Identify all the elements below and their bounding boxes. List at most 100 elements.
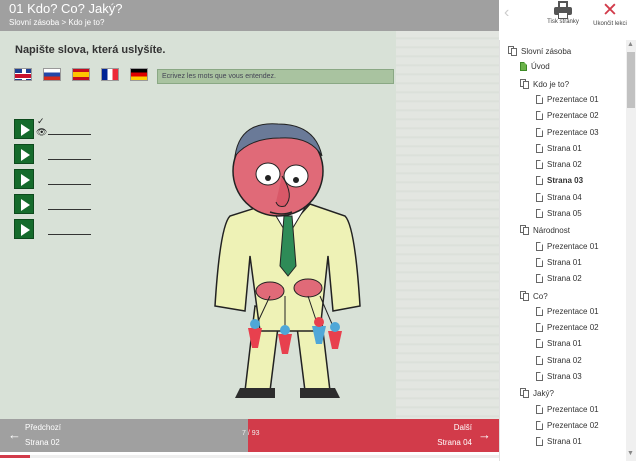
previous-button[interactable]: ← Předchozí Strana 02 xyxy=(0,419,248,452)
tree-item-label: Strana 05 xyxy=(547,209,582,218)
page-icon xyxy=(536,372,543,381)
answer-row xyxy=(14,219,104,244)
answer-field[interactable] xyxy=(48,184,91,185)
page-icon xyxy=(536,257,543,267)
page-icon xyxy=(536,339,543,349)
es-flag-icon[interactable] xyxy=(72,68,90,81)
end-lesson-button[interactable]: ✕ Ukončit lekci xyxy=(590,0,630,28)
tree-item-label: Strana 03 xyxy=(547,372,582,381)
tree-page-item[interactable]: Strana 01 xyxy=(536,339,582,349)
answer-row xyxy=(14,194,104,219)
answer-field[interactable] xyxy=(48,134,91,135)
tree-page-item[interactable]: Strana 01 xyxy=(536,437,582,447)
folder-icon xyxy=(508,46,517,56)
tree-page-item[interactable]: Prezentace 02 xyxy=(536,111,599,121)
page-icon xyxy=(536,209,543,218)
next-button[interactable]: Další Strana 04 → xyxy=(248,419,499,452)
check-icon: ✓ xyxy=(37,116,45,126)
tree-page-item[interactable]: Strana 02 xyxy=(536,160,582,170)
next-page: Strana 04 xyxy=(437,438,472,447)
tree-item-label: Strana 01 xyxy=(547,143,582,153)
tree-page-item[interactable]: Strana 02 xyxy=(536,274,582,284)
play-audio-button[interactable] xyxy=(14,169,34,189)
page-icon xyxy=(536,420,543,430)
lesson-tree: Slovní zásoba Úvod Kdo je to? Prezentace 01… xyxy=(499,40,625,461)
back-arrow-icon[interactable]: ‹ xyxy=(504,4,509,22)
tree-page-item[interactable]: Prezentace 02 xyxy=(536,420,599,430)
print-page-button[interactable]: Tisk stránky xyxy=(545,1,581,25)
tree-page-item[interactable]: Prezentace 02 xyxy=(536,323,599,333)
tree-item-label: Strana 02 xyxy=(547,160,582,170)
tree-page-item[interactable]: Strana 03 xyxy=(536,176,584,186)
tree-page-item[interactable]: Úvod xyxy=(520,62,550,72)
tree-item-label: Co? xyxy=(533,291,548,301)
background-paper-texture xyxy=(396,31,499,419)
header: 01 Kdo? Co? Jaký? Slovní zásoba > Kdo je… xyxy=(0,0,499,31)
uk-flag-icon[interactable] xyxy=(14,68,32,81)
tree-item-label: Jaký? xyxy=(533,389,554,399)
man-illustration xyxy=(214,123,361,398)
page-icon xyxy=(536,404,543,414)
tree-item-label: Strana 01 xyxy=(547,257,582,267)
tree-page-item[interactable]: Prezentace 01 xyxy=(536,404,599,414)
de-flag-icon[interactable] xyxy=(130,68,148,81)
answer-field[interactable] xyxy=(48,234,91,235)
eye-icon[interactable]: 👁 xyxy=(36,127,47,138)
play-audio-button[interactable] xyxy=(14,119,34,139)
scroll-down-icon[interactable]: ▼ xyxy=(627,450,634,457)
tree-item-label: Slovní zásoba xyxy=(521,47,572,56)
tree-page-item[interactable]: Prezentace 01 xyxy=(536,306,599,316)
tree-page-item[interactable]: Prezentace 01 xyxy=(536,241,599,251)
tree-page-item[interactable]: Strana 01 xyxy=(536,257,582,267)
scrollbar-thumb[interactable] xyxy=(627,52,635,108)
tree-page-item[interactable]: Strana 02 xyxy=(536,355,582,365)
tree-folder[interactable]: Co? xyxy=(520,290,548,301)
answer-row xyxy=(14,169,104,194)
play-audio-button[interactable] xyxy=(14,144,34,164)
tree-item-label: Strana 02 xyxy=(547,355,582,365)
play-audio-button[interactable] xyxy=(14,194,34,214)
previous-label: Předchozí xyxy=(25,423,62,432)
ru-flag-icon[interactable] xyxy=(43,68,61,81)
tree-folder[interactable]: Kdo je to? xyxy=(520,78,570,89)
folder-icon xyxy=(520,290,529,301)
play-audio-button[interactable] xyxy=(14,219,34,239)
arrow-right-icon: → xyxy=(478,427,491,442)
tree-item-label: Kdo je to? xyxy=(533,79,570,89)
progress-fill xyxy=(0,455,30,458)
tree-folder[interactable]: Národnost xyxy=(520,225,570,236)
close-icon: ✕ xyxy=(602,0,618,21)
tree-page-item[interactable]: Strana 05 xyxy=(536,209,582,218)
tree-folder[interactable]: Jaký? xyxy=(520,388,554,399)
page-icon xyxy=(520,62,527,72)
tree-item-label: Prezentace 01 xyxy=(547,241,599,251)
end-lesson-label: Ukončit lekci xyxy=(593,21,627,27)
page-icon xyxy=(536,176,543,186)
answer-field[interactable] xyxy=(48,159,91,160)
tree-item-label: Národnost xyxy=(533,226,570,236)
lesson-title: 01 Kdo? Co? Jaký? xyxy=(9,1,123,16)
scroll-up-icon[interactable]: ▲ xyxy=(627,41,634,48)
tree-item-label: Strana 04 xyxy=(547,192,582,202)
tree-page-item[interactable]: Prezentace 01 xyxy=(536,94,599,104)
tree-page-item[interactable]: Strana 01 xyxy=(536,143,582,153)
progress-bar xyxy=(0,455,499,458)
tree-page-item[interactable]: Prezentace 03 xyxy=(536,127,599,137)
print-label: Tisk stránky xyxy=(547,19,579,25)
page-counter: 7 / 93 xyxy=(242,430,260,437)
answer-row xyxy=(14,144,104,169)
tree-item-label: Prezentace 01 xyxy=(547,306,599,316)
page-icon xyxy=(536,323,543,333)
exercise-area: Napište slova, která uslyšíte. Ecrivez l… xyxy=(0,31,499,419)
tree-item-label: Strana 01 xyxy=(547,437,582,447)
page-icon xyxy=(536,127,543,137)
tree-page-item[interactable]: Strana 03 xyxy=(536,372,582,381)
tree-item-label: Strana 02 xyxy=(547,274,582,284)
tree-item-label: Strana 03 xyxy=(547,176,584,186)
fr-flag-icon[interactable] xyxy=(101,68,119,81)
tree-page-item[interactable]: Strana 04 xyxy=(536,192,582,202)
answer-field[interactable] xyxy=(48,209,91,210)
folder-icon xyxy=(520,388,529,399)
tree-folder[interactable]: Slovní zásoba xyxy=(508,46,571,56)
language-flags xyxy=(14,68,148,81)
